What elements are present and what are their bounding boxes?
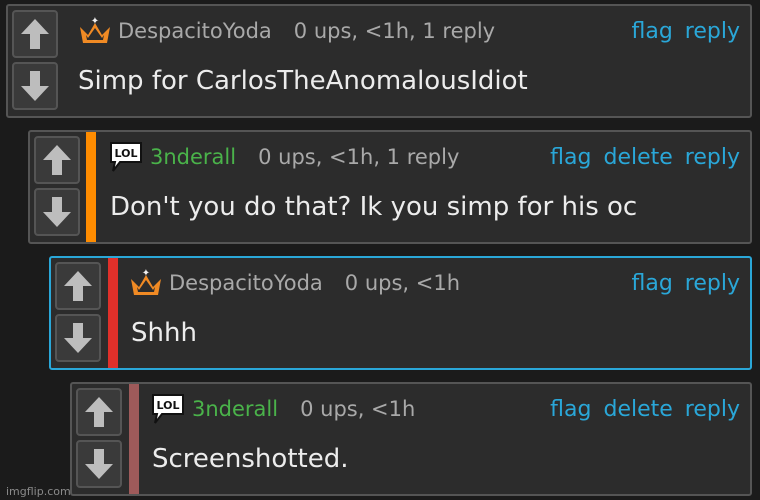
lol-bubble-icon: LOL <box>152 394 184 424</box>
comment-text: Screenshotted. <box>152 444 349 474</box>
comment-actions: flag reply <box>631 268 740 298</box>
username[interactable]: 3nderall <box>192 397 278 421</box>
comment-text: Don't you do that? Ik you simp for his o… <box>110 192 638 222</box>
upvote-button[interactable] <box>55 262 101 310</box>
vote-column <box>51 258 105 368</box>
vote-column <box>30 132 84 242</box>
lol-bubble-icon: LOL <box>110 142 142 172</box>
comment-meta: 0 ups, <1h <box>300 397 416 421</box>
vote-column <box>8 6 62 116</box>
comment-4: LOL 3nderall 0 ups, <1h flag delete repl… <box>70 382 752 496</box>
flag-link[interactable]: flag <box>550 145 591 170</box>
arrow-up-icon <box>64 271 92 301</box>
thread-depth-bar <box>108 258 118 368</box>
comment-header: LOL 3nderall 0 ups, <1h <box>150 394 415 424</box>
reply-link[interactable]: reply <box>685 145 740 170</box>
svg-text:✦: ✦ <box>142 269 150 279</box>
downvote-button[interactable] <box>76 440 122 488</box>
downvote-button[interactable] <box>34 188 80 236</box>
upvote-button[interactable] <box>76 388 122 436</box>
arrow-down-icon <box>43 197 71 227</box>
vote-column <box>72 384 126 494</box>
arrow-up-icon <box>21 19 49 49</box>
svg-text:LOL: LOL <box>115 147 138 160</box>
comment-2: LOL 3nderall 0 ups, <1h, 1 reply flag de… <box>28 130 752 244</box>
reply-link[interactable]: reply <box>685 271 740 296</box>
username[interactable]: DespacitoYoda <box>118 19 272 43</box>
flag-link[interactable]: flag <box>631 19 672 44</box>
comment-1: ✦ DespacitoYoda 0 ups, <1h, 1 reply flag… <box>6 4 752 118</box>
comment-header: ✦ DespacitoYoda 0 ups, <1h, 1 reply <box>78 16 495 46</box>
comment-actions: flag delete reply <box>550 394 740 424</box>
thread-depth-bar <box>86 132 96 242</box>
upvote-button[interactable] <box>34 136 80 184</box>
arrow-up-icon <box>85 397 113 427</box>
flag-link[interactable]: flag <box>550 397 591 422</box>
comment-text: Simp for CarlosTheAnomalousIdiot <box>78 66 528 96</box>
flag-link[interactable]: flag <box>631 271 672 296</box>
delete-link[interactable]: delete <box>603 145 672 170</box>
username[interactable]: 3nderall <box>150 145 236 169</box>
comment-header: ✦ DespacitoYoda 0 ups, <1h <box>129 268 460 298</box>
arrow-down-icon <box>21 71 49 101</box>
comment-meta: 0 ups, <1h, 1 reply <box>293 19 496 43</box>
downvote-button[interactable] <box>12 62 58 110</box>
comment-meta: 0 ups, <1h, 1 reply <box>258 145 460 169</box>
arrow-down-icon <box>85 449 113 479</box>
upvote-button[interactable] <box>12 10 58 58</box>
svg-text:LOL: LOL <box>157 399 180 412</box>
crown-icon: ✦ <box>80 17 110 43</box>
comment-text: Shhh <box>131 318 197 348</box>
imgflip-watermark: imgflip.com <box>6 485 71 498</box>
svg-text:✦: ✦ <box>91 17 99 27</box>
comment-actions: flag reply <box>631 16 740 46</box>
comment-header: LOL 3nderall 0 ups, <1h, 1 reply <box>108 142 459 172</box>
comment-meta: 0 ups, <1h <box>344 271 461 295</box>
comment-3: ✦ DespacitoYoda 0 ups, <1h flag reply Sh… <box>49 256 752 370</box>
delete-link[interactable]: delete <box>603 397 672 422</box>
reply-link[interactable]: reply <box>685 397 740 422</box>
username[interactable]: DespacitoYoda <box>169 271 323 295</box>
thread-depth-bar <box>129 384 139 494</box>
arrow-up-icon <box>43 145 71 175</box>
comment-actions: flag delete reply <box>550 142 740 172</box>
crown-icon: ✦ <box>131 269 161 295</box>
downvote-button[interactable] <box>55 314 101 362</box>
reply-link[interactable]: reply <box>685 19 740 44</box>
arrow-down-icon <box>64 323 92 353</box>
